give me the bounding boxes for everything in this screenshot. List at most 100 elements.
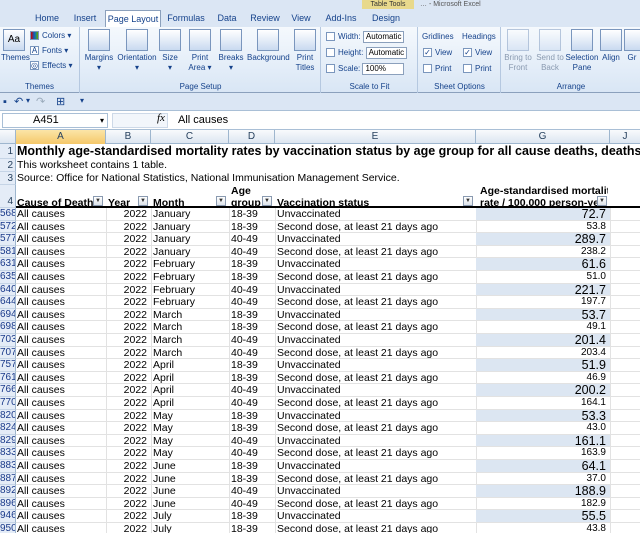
cell-month[interactable]: April [153,384,227,397]
cell-vaccination-status[interactable]: Second dose, at least 21 days ago [277,321,474,334]
cell-vaccination-status[interactable]: Unvaccinated [277,258,474,271]
cell-rate[interactable]: 64.1 [476,460,608,473]
cell-age-group[interactable]: 40-49 [231,233,273,246]
cell-vaccination-status[interactable]: Unvaccinated [277,284,474,297]
row-header[interactable]: 950 [0,523,16,533]
cell-cause[interactable]: All causes [17,384,105,397]
row-header[interactable]: 644 [0,296,16,309]
cell-rate[interactable]: 289.7 [476,233,608,246]
colors-button[interactable]: Colors ▾ [30,29,71,42]
cell-month[interactable]: March [153,321,227,334]
cell-vaccination-status[interactable]: Unvaccinated [277,435,474,448]
cell-year[interactable]: 2022 [106,208,149,221]
column-header-d[interactable]: D [229,130,275,144]
cell-vaccination-status[interactable]: Second dose, at least 21 days ago [277,523,474,533]
cell-cause[interactable]: All causes [17,309,105,322]
save-icon[interactable]: ▪ [3,96,7,108]
cell-year[interactable]: 2022 [106,271,149,284]
cell-cause[interactable]: All causes [17,422,105,435]
row-header[interactable]: 892 [0,485,16,498]
cell-vaccination-status[interactable]: Second dose, at least 21 days ago [277,271,474,284]
name-box[interactable]: A451 ▾ [2,113,108,128]
cell-year[interactable]: 2022 [106,473,149,486]
cell-age-group[interactable]: 18-39 [231,410,273,423]
orientation-button[interactable]: Orientation ▾ [115,29,159,73]
row-header[interactable]: 824 [0,422,16,435]
cell-year[interactable]: 2022 [106,397,149,410]
row-header[interactable]: 581 [0,245,16,259]
width-dropdown[interactable]: Automatic [362,30,405,43]
cell-year[interactable]: 2022 [106,510,149,523]
tab-view[interactable]: View [286,10,316,27]
filter-age-button[interactable]: ▼ [262,196,272,206]
height-dropdown[interactable]: Automatic [365,46,408,59]
cell-month[interactable]: May [153,422,227,435]
cell-month[interactable]: May [153,435,227,448]
cell-vaccination-status[interactable]: Unvaccinated [277,410,474,423]
bring-to-front-button[interactable]: Bring to Front [502,29,534,73]
gridlines-print-checkbox[interactable]: Print [423,62,451,75]
cell-rate[interactable]: 43.8 [476,523,608,533]
undo-icon[interactable]: ↶ [14,95,23,108]
headings-print-checkbox[interactable]: Print [463,62,491,75]
cell-year[interactable]: 2022 [106,372,149,385]
effects-button[interactable]: ◎ Effects ▾ [30,59,73,72]
background-button[interactable]: Background [247,29,290,63]
cell-rate[interactable]: 46.9 [476,372,608,385]
selection-pane-button[interactable]: Selection Pane [565,29,599,73]
print-area-button[interactable]: Print Area ▾ [185,29,215,73]
cell-age-group[interactable]: 18-39 [231,258,273,271]
cell-cause[interactable]: All causes [17,359,105,372]
row-header[interactable]: 761 [0,371,16,385]
cell-age-group[interactable]: 18-39 [231,460,273,473]
scale-input[interactable]: 100% [362,62,405,75]
cell-vaccination-status[interactable]: Second dose, at least 21 days ago [277,447,474,460]
gridlines-view-checkbox[interactable]: ✓ View [423,46,452,59]
cell-cause[interactable]: All causes [17,397,105,410]
cell-year[interactable]: 2022 [106,384,149,397]
tab-review[interactable]: Review [245,10,285,27]
cell-month[interactable]: February [153,271,227,284]
cell-cause[interactable]: All causes [17,473,105,486]
cell-age-group[interactable]: 40-49 [231,435,273,448]
filter-year-button[interactable]: ▼ [138,196,148,206]
cell-cause[interactable]: All causes [17,460,105,473]
cell-age-group[interactable]: 18-39 [231,359,273,372]
cell-rate[interactable]: 221.7 [476,284,608,297]
cell-cause[interactable]: All causes [17,347,105,360]
cell-rate[interactable]: 203.4 [476,347,608,360]
column-header-e[interactable]: E [275,130,476,144]
column-header-g[interactable]: G [476,130,610,144]
cell-vaccination-status[interactable]: Second dose, at least 21 days ago [277,372,474,385]
cell-vaccination-status[interactable]: Unvaccinated [277,384,474,397]
name-box-dropdown-icon[interactable]: ▾ [100,114,104,127]
row-header[interactable]: 707 [0,346,16,360]
cell-year[interactable]: 2022 [106,309,149,322]
cell-year[interactable]: 2022 [106,498,149,511]
row-header[interactable]: 577 [0,233,16,246]
cell-year[interactable]: 2022 [106,347,149,360]
insert-function-icon[interactable]: fx [157,112,165,124]
cell-age-group[interactable]: 40-49 [231,447,273,460]
cell-month[interactable]: March [153,334,227,347]
row-header[interactable]: 829 [0,434,16,448]
headings-view-checkbox[interactable]: ✓ View [463,46,492,59]
cell-cause[interactable]: All causes [17,221,105,234]
cell-age-group[interactable]: 18-39 [231,523,273,533]
cell-cause[interactable]: All causes [17,485,105,498]
cell-year[interactable]: 2022 [106,523,149,533]
cell-rate[interactable]: 49.1 [476,321,608,334]
cell-age-group[interactable]: 18-39 [231,473,273,486]
cell-month[interactable]: May [153,410,227,423]
cell-month[interactable]: February [153,258,227,271]
cell-cause[interactable]: All causes [17,321,105,334]
cell-age-group[interactable]: 18-39 [231,309,273,322]
filter-status-button[interactable]: ▼ [463,196,473,206]
cell-age-group[interactable]: 18-39 [231,510,273,523]
cell-cause[interactable]: All causes [17,498,105,511]
cell-month[interactable]: January [153,233,227,246]
worksheet-grid[interactable]: 1 2 3 4 Monthly age-standardised mortali… [0,144,640,533]
column-header-b[interactable]: B [106,130,151,144]
cell-month[interactable]: April [153,397,227,410]
cell-month[interactable]: March [153,347,227,360]
